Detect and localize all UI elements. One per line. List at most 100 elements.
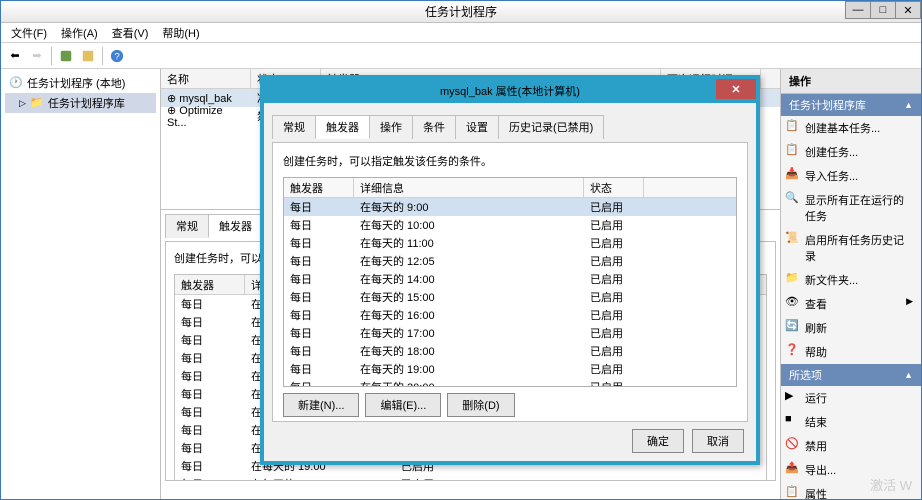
tab-triggers[interactable]: 触发器: [208, 214, 263, 238]
col-trigger[interactable]: 触发器: [284, 178, 354, 198]
trigger-row[interactable]: 每日 在每天的 10:00 已启用: [284, 216, 736, 234]
trigger-type: 每日: [175, 385, 245, 403]
trigger-row[interactable]: 每日 在每天的 17:00 已启用: [284, 324, 736, 342]
ok-button[interactable]: 确定: [632, 429, 684, 453]
trigger-type: 每日: [284, 234, 354, 252]
action-item[interactable]: 📁 新文件夹...: [781, 268, 921, 292]
menu-action[interactable]: 操作(A): [55, 23, 104, 43]
trigger-type: 每日: [284, 288, 354, 306]
expand-icon[interactable]: ▷: [19, 98, 26, 109]
tree-lib-label: 任务计划程序库: [48, 95, 125, 111]
trigger-row[interactable]: 每日 在每天的 20:00 已启用: [284, 378, 736, 387]
cancel-button[interactable]: 取消: [692, 429, 744, 453]
trigger-type: 每日: [284, 324, 354, 342]
tab-general[interactable]: 常规: [165, 214, 209, 238]
actions-group-lib[interactable]: 任务计划程序库 ▲: [781, 94, 921, 116]
dialog-triggers-desc: 创建任务时，可以指定触发该任务的条件。: [283, 153, 737, 169]
dtab-general[interactable]: 常规: [272, 115, 316, 139]
window-controls: — □ ✕: [846, 1, 921, 19]
trigger-row[interactable]: 每日 在每天的 16:00 已启用: [284, 306, 736, 324]
task-name: ⊕ Optimize St...: [161, 103, 251, 130]
dtab-conditions[interactable]: 条件: [412, 115, 456, 139]
menu-file[interactable]: 文件(F): [5, 23, 53, 43]
tree-root[interactable]: 🕐 任务计划程序 (本地): [5, 73, 156, 93]
back-icon[interactable]: ⬅: [5, 46, 25, 66]
tree-root-label: 任务计划程序 (本地): [27, 75, 125, 91]
trigger-type: 每日: [284, 360, 354, 378]
dialog-close-button[interactable]: ✕: [716, 79, 756, 99]
trigger-row[interactable]: 每日 在每天的 11:00 已启用: [284, 234, 736, 252]
forward-icon[interactable]: ➡: [27, 46, 47, 66]
trigger-detail: 在每天的 12:05: [354, 252, 584, 270]
action-item[interactable]: 👁 查看 ▶: [781, 292, 921, 316]
trigger-state: 已启用: [584, 270, 644, 288]
action-label: 属性: [805, 489, 827, 499]
trigger-row[interactable]: 每日 在每天的 20:00 已启用: [175, 475, 766, 481]
clock-icon: 🕐: [9, 76, 23, 90]
minimize-button[interactable]: —: [845, 1, 871, 19]
help-icon[interactable]: ?: [107, 46, 127, 66]
trigger-state: 已启用: [584, 306, 644, 324]
col-detail[interactable]: 详细信息: [354, 178, 584, 198]
new-trigger-button[interactable]: 新建(N)...: [283, 393, 359, 417]
action-item[interactable]: 📋 创建基本任务...: [781, 116, 921, 140]
tree-lib[interactable]: ▷ 📁 任务计划程序库: [5, 93, 156, 113]
dtab-triggers[interactable]: 触发器: [315, 115, 370, 139]
trigger-row[interactable]: 每日 在每天的 18:00 已启用: [284, 342, 736, 360]
trigger-type: 每日: [175, 439, 245, 457]
action-item[interactable]: 🔍 显示所有正在运行的任务: [781, 188, 921, 228]
action-item[interactable]: 🚫 禁用: [781, 434, 921, 458]
trigger-state: 已启用: [584, 378, 644, 387]
trigger-table: 触发器 详细信息 状态 每日 在每天的 9:00 已启用 每日 在每天的 10:…: [283, 177, 737, 387]
trigger-detail: 在每天的 20:00: [245, 475, 395, 481]
trigger-state: 已启用: [584, 252, 644, 270]
action-icon: 📋: [785, 119, 799, 133]
trigger-type: 每日: [284, 378, 354, 387]
trigger-detail: 在每天的 15:00: [354, 288, 584, 306]
trigger-type: 每日: [284, 198, 354, 216]
dialog-title: mysql_bak 属性(本地计算机): [440, 83, 580, 99]
trigger-row[interactable]: 每日 在每天的 14:00 已启用: [284, 270, 736, 288]
action-item[interactable]: ❓ 帮助: [781, 340, 921, 364]
action-label: 刷新: [805, 323, 827, 335]
properties-icon[interactable]: [78, 46, 98, 66]
action-item[interactable]: 📋 创建任务...: [781, 140, 921, 164]
col-name[interactable]: 名称: [161, 69, 251, 89]
col-state[interactable]: 状态: [584, 178, 644, 198]
action-item[interactable]: 📥 导入任务...: [781, 164, 921, 188]
trigger-type: 每日: [175, 295, 245, 313]
maximize-button[interactable]: □: [870, 1, 896, 19]
trigger-type: 每日: [284, 252, 354, 270]
delete-trigger-button[interactable]: 删除(D): [447, 393, 514, 417]
dtab-settings[interactable]: 设置: [455, 115, 499, 139]
trigger-row[interactable]: 每日 在每天的 12:05 已启用: [284, 252, 736, 270]
properties-dialog: mysql_bak 属性(本地计算机) ✕ 常规 触发器 操作 条件 设置 历史…: [260, 75, 760, 465]
action-item[interactable]: 📜 启用所有任务历史记录: [781, 228, 921, 268]
trigger-table-header: 触发器 详细信息 状态: [284, 178, 736, 198]
refresh-icon[interactable]: [56, 46, 76, 66]
trigger-row[interactable]: 每日 在每天的 15:00 已启用: [284, 288, 736, 306]
edit-trigger-button[interactable]: 编辑(E)...: [365, 393, 441, 417]
action-label: 创建基本任务...: [805, 123, 880, 135]
actions-group-selected[interactable]: 所选项 ▲: [781, 364, 921, 386]
trigger-type: 每日: [175, 349, 245, 367]
close-button[interactable]: ✕: [895, 1, 921, 19]
trigger-row[interactable]: 每日 在每天的 9:00 已启用: [284, 198, 736, 216]
trigger-detail: 在每天的 16:00: [354, 306, 584, 324]
action-item[interactable]: ■ 结束: [781, 410, 921, 434]
menu-view[interactable]: 查看(V): [106, 23, 155, 43]
trigger-detail: 在每天的 11:00: [354, 234, 584, 252]
action-icon: 🚫: [785, 437, 799, 451]
trigger-type: 每日: [284, 216, 354, 234]
dialog-tab-body: 创建任务时，可以指定触发该任务的条件。 触发器 详细信息 状态 每日 在每天的 …: [272, 142, 748, 422]
dtab-history[interactable]: 历史记录(已禁用): [498, 115, 604, 139]
col-trigger[interactable]: 触发器: [175, 275, 245, 295]
dtab-actions[interactable]: 操作: [369, 115, 413, 139]
trigger-type: 每日: [175, 457, 245, 475]
action-icon: 📥: [785, 167, 799, 181]
dialog-tabs: 常规 触发器 操作 条件 设置 历史记录(已禁用): [272, 115, 748, 139]
trigger-row[interactable]: 每日 在每天的 19:00 已启用: [284, 360, 736, 378]
action-item[interactable]: 🔄 刷新: [781, 316, 921, 340]
action-item[interactable]: ▶ 运行: [781, 386, 921, 410]
menu-help[interactable]: 帮助(H): [156, 23, 205, 43]
